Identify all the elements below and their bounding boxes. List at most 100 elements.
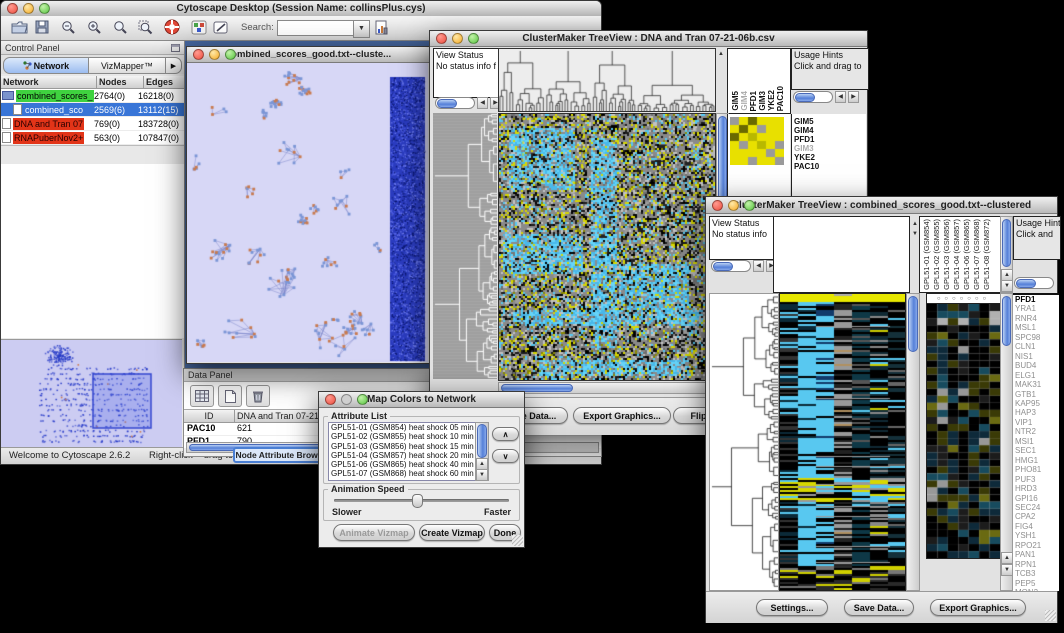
array-label[interactable]: GPL51-08 (GSM872)	[982, 219, 991, 290]
create-vizmap-button[interactable]: Create Vizmap	[419, 524, 485, 541]
attribute-report-icon[interactable]	[375, 20, 391, 40]
data-col-id[interactable]: ID	[184, 410, 235, 423]
minimize-icon[interactable]	[23, 3, 34, 14]
minimize-icon[interactable]	[209, 49, 220, 60]
attribute-item[interactable]: GPL51-01 (GSM854) heat shock 05 min	[331, 423, 477, 432]
row-dendrogram[interactable]	[709, 293, 779, 591]
close-icon[interactable]	[712, 200, 723, 211]
resize-grip[interactable]	[512, 535, 523, 546]
array-label[interactable]: GPL51-02 (GSM855)	[932, 219, 941, 290]
column-dendrogram[interactable]	[498, 48, 716, 112]
zoom-vscrollbar[interactable]: ▲▼	[1000, 293, 1013, 591]
zoom-out-icon[interactable]	[61, 20, 76, 40]
network-graph-canvas[interactable]	[187, 63, 428, 362]
annotation-icon[interactable]	[213, 20, 229, 40]
gene-label[interactable]: PUF3	[1015, 475, 1059, 484]
array-label[interactable]: GPL51-06 (GSM865)	[962, 219, 971, 290]
search-input[interactable]	[277, 20, 355, 36]
gene-label[interactable]: GIM3	[794, 144, 866, 153]
global-heatmap[interactable]	[779, 293, 906, 591]
gene-label[interactable]: VIP1	[1015, 418, 1059, 427]
speed-slider-thumb[interactable]	[412, 494, 423, 508]
zoom-heatmap[interactable]	[730, 117, 784, 165]
animate-vizmap-button[interactable]: Animate Vizmap	[333, 524, 415, 541]
attribute-item[interactable]: GPL51-04 (GSM857) heat shock 20 min	[331, 451, 477, 460]
array-label[interactable]: GIM5	[731, 91, 740, 111]
gene-label[interactable]: PHO81	[1015, 465, 1059, 474]
float-panel-icon[interactable]	[171, 39, 180, 57]
array-label[interactable]: PFD1	[749, 91, 758, 111]
global-heatmap[interactable]	[498, 113, 716, 381]
gene-label[interactable]: SEC24	[1015, 503, 1059, 512]
zoom-panel-slider[interactable]	[1014, 277, 1054, 288]
heatmap-vscrollbar[interactable]	[906, 293, 920, 591]
row-dendrogram[interactable]	[433, 113, 497, 379]
gene-label[interactable]: PEP5	[1015, 579, 1059, 588]
array-label[interactable]: GPL51-04 (GSM857)	[952, 219, 961, 290]
new-attribute-icon[interactable]	[218, 385, 242, 407]
close-icon[interactable]	[7, 3, 18, 14]
save-data-button[interactable]: Save Data...	[844, 599, 914, 616]
birdseye-view[interactable]	[1, 339, 182, 448]
zoom-window-icon[interactable]	[744, 200, 755, 211]
gene-label[interactable]: YRA1	[1015, 304, 1059, 313]
zoom-panel-slider[interactable]: ◀▶	[793, 91, 859, 102]
tree-zoom-slider[interactable]: ◀▶	[435, 97, 501, 108]
gene-label[interactable]: ELG1	[1015, 371, 1059, 380]
network-nodes-icon[interactable]	[191, 20, 207, 40]
zoom-window-icon[interactable]	[357, 394, 368, 405]
close-icon[interactable]	[193, 49, 204, 60]
tree-zoom-slider[interactable]: ◀▶	[711, 260, 777, 271]
gene-label[interactable]: NIS1	[1015, 352, 1059, 361]
minimize-icon[interactable]	[728, 200, 739, 211]
attribute-item[interactable]: GPL51-02 (GSM855) heat shock 10 min	[331, 432, 477, 441]
network-list-row[interactable]: DNA and Tran 07769(0)183728(0)	[1, 117, 184, 131]
tab-vizmapper[interactable]: VizMapper™	[89, 57, 166, 74]
array-label[interactable]: GPL51-07 (GSM868)	[972, 219, 981, 290]
resize-grip[interactable]	[1045, 610, 1056, 621]
close-icon[interactable]	[325, 394, 336, 405]
array-label[interactable]: GPL51-01 (GSM854)	[922, 219, 931, 290]
treeview-dna-titlebar[interactable]: ClusterMaker TreeView : DNA and Tran 07-…	[430, 31, 867, 47]
move-up-button[interactable]: ∧	[492, 427, 519, 441]
settings-button[interactable]: Settings...	[756, 599, 828, 616]
array-label[interactable]: GIM4	[740, 91, 749, 111]
attribute-list-scrollbar[interactable]: ▲▼	[475, 422, 489, 481]
export-graphics-button[interactable]: Export Graphics...	[573, 407, 671, 424]
attribute-item[interactable]: GPL51-07 (GSM868) heat shock 60 min	[331, 469, 477, 478]
attribute-select-icon[interactable]	[190, 385, 214, 407]
gene-label[interactable]: MSI1	[1015, 437, 1059, 446]
heatmap-hscrollbar[interactable]	[498, 382, 718, 394]
zoom-window-icon[interactable]	[39, 3, 50, 14]
gene-label[interactable]: KAP95	[1015, 399, 1059, 408]
network-view-titlebar[interactable]: combined_scores_good.txt--cluste...	[187, 47, 430, 63]
dialog-titlebar[interactable]: Map Colors to Network	[319, 392, 524, 408]
tab-overflow[interactable]: ▶	[166, 57, 182, 74]
gene-label[interactable]: PAC10	[794, 162, 866, 171]
export-graphics-button[interactable]: Export Graphics...	[930, 599, 1026, 616]
col-header-network[interactable]: Network	[1, 76, 97, 89]
gene-label[interactable]: PFD1	[794, 135, 866, 144]
labels-vscrollbar[interactable]: ▲▼	[1000, 216, 1013, 293]
gene-label[interactable]: SEC1	[1015, 446, 1059, 455]
open-folder-icon[interactable]	[11, 20, 28, 39]
column-dendrogram-area[interactable]	[773, 216, 910, 293]
col-header-edges[interactable]: Edges	[144, 76, 184, 89]
gene-label[interactable]: GPI16	[1015, 494, 1059, 503]
gene-label[interactable]: MSL1	[1015, 323, 1059, 332]
network-list-row[interactable]: combined_sco2569(6)13112(15)	[1, 103, 184, 117]
gene-label[interactable]: MAK31	[1015, 380, 1059, 389]
zoom-fit-icon[interactable]	[113, 20, 128, 40]
gene-label[interactable]: HAP3	[1015, 408, 1059, 417]
zoom-window-icon[interactable]	[468, 33, 479, 44]
gene-label[interactable]: RNR4	[1015, 314, 1059, 323]
minimize-icon[interactable]	[452, 33, 463, 44]
gene-label[interactable]: BUD4	[1015, 361, 1059, 370]
gene-label[interactable]: RPN1	[1015, 560, 1059, 569]
gene-label[interactable]: TCB3	[1015, 569, 1059, 578]
treeview-combined-titlebar[interactable]: ClusterMaker TreeView : combined_scores_…	[706, 197, 1057, 214]
gene-label[interactable]: PAN1	[1015, 550, 1059, 559]
array-label[interactable]: GPL51-03 (GSM856)	[942, 219, 951, 290]
array-label[interactable]: PAC10	[776, 86, 785, 111]
delete-attribute-icon[interactable]	[246, 385, 270, 407]
